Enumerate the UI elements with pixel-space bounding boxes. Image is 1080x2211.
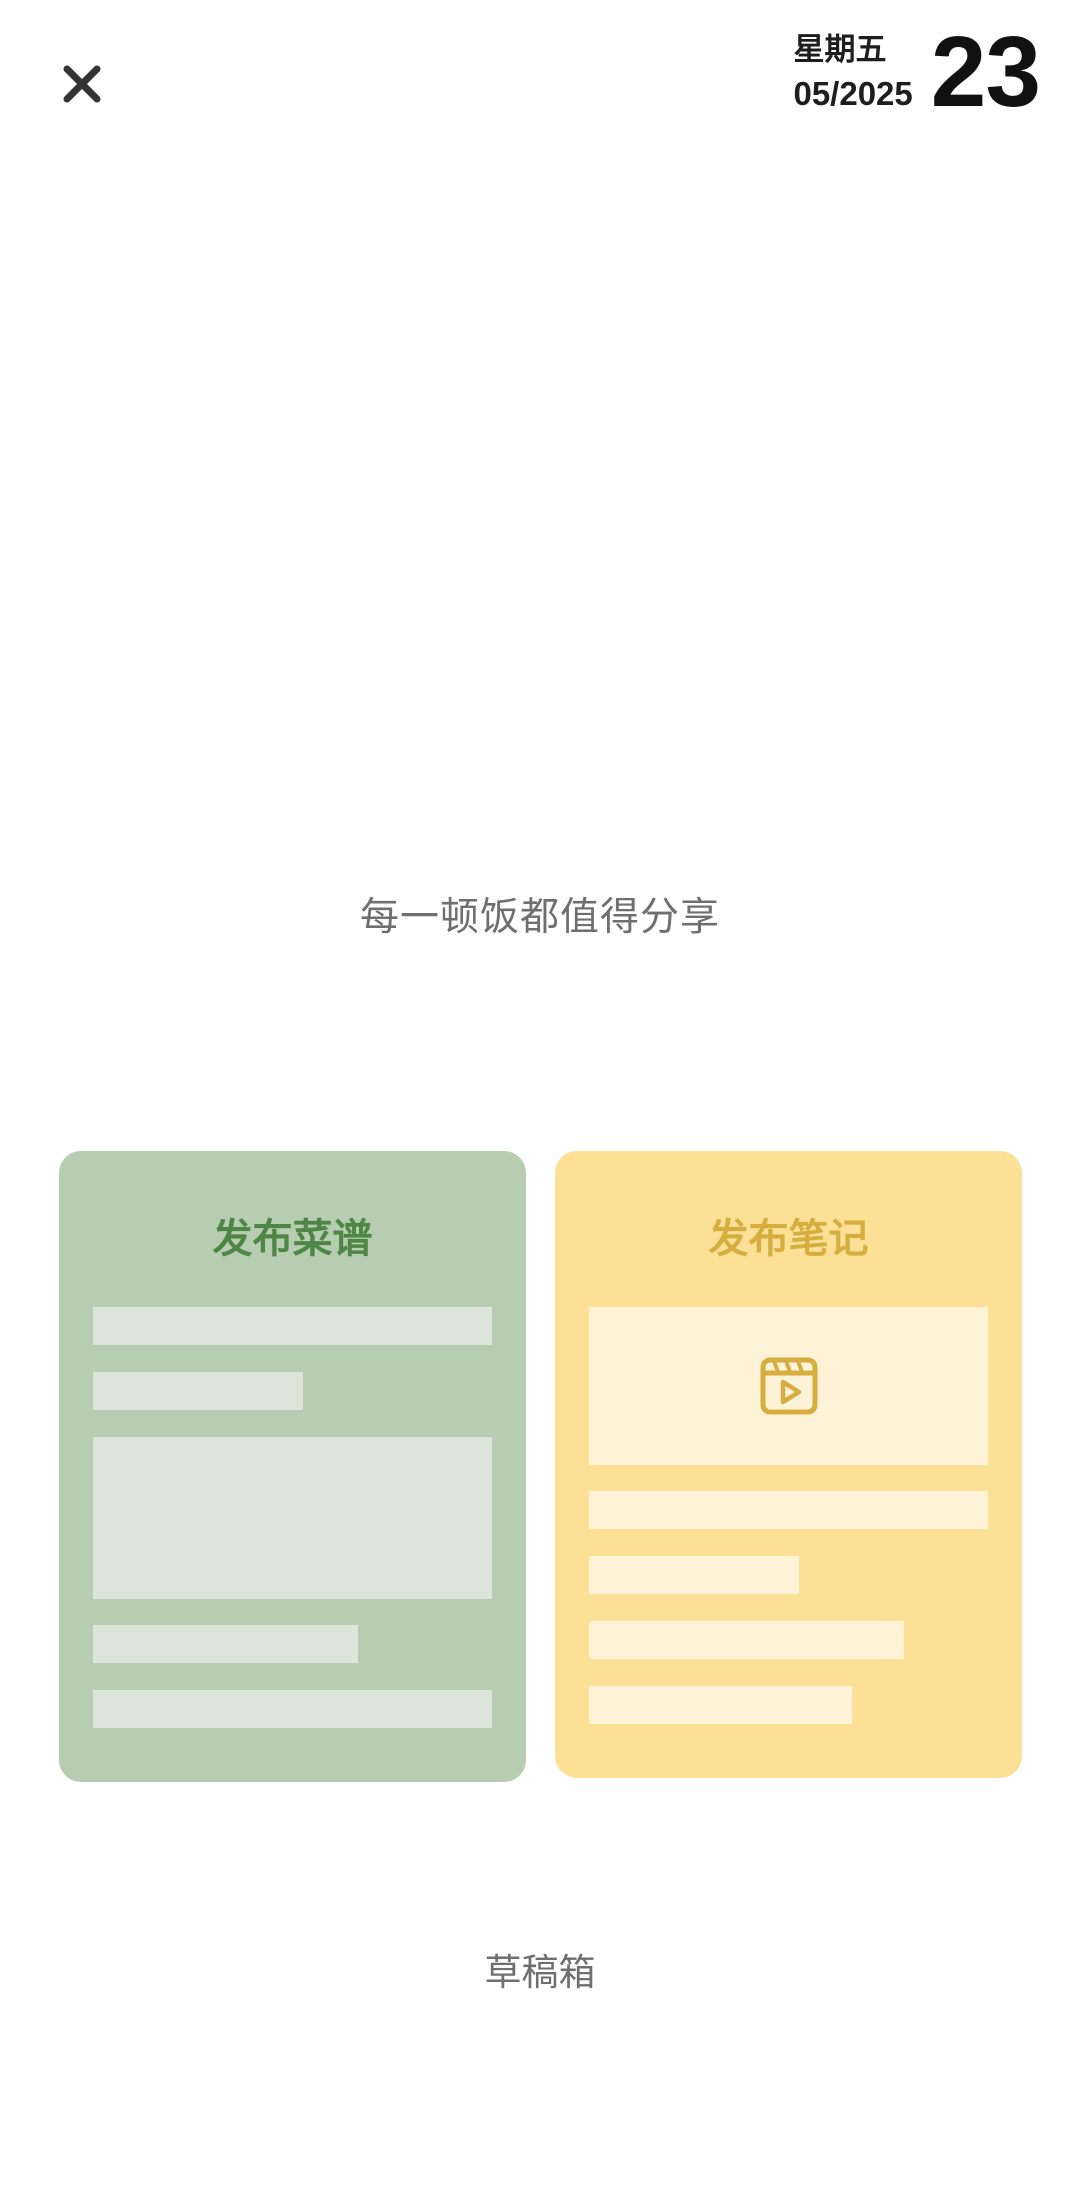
placeholder-line [589,1491,988,1529]
placeholder-line [93,1307,492,1345]
date-texts: 星期五 05/2025 [793,28,912,116]
date-display: 星期五 05/2025 23 [793,16,1041,128]
placeholder-line [589,1686,852,1724]
placeholder-line [589,1556,799,1594]
placeholder-image-block [93,1437,492,1599]
close-icon [63,65,101,103]
publish-recipe-title: 发布菜谱 [212,1216,373,1262]
publish-note-card[interactable]: 发布笔记 [555,1151,1022,1778]
video-clip-icon [760,1357,817,1415]
slogan-text: 每一顿饭都值得分享 [359,895,720,940]
placeholder-video-block [589,1307,988,1465]
placeholder-line [93,1372,303,1410]
day-number: 23 [930,16,1041,128]
weekday-label: 星期五 [793,32,887,68]
placeholder-line [589,1621,904,1659]
publish-note-title: 发布笔记 [708,1216,869,1262]
placeholder-line [93,1625,358,1663]
publish-recipe-card[interactable]: 发布菜谱 [59,1151,526,1782]
drafts-button[interactable]: 草稿箱 [0,1942,1080,1996]
month-year-label: 05/2025 [793,75,913,112]
placeholder-line [93,1690,492,1728]
close-button[interactable] [48,50,116,118]
